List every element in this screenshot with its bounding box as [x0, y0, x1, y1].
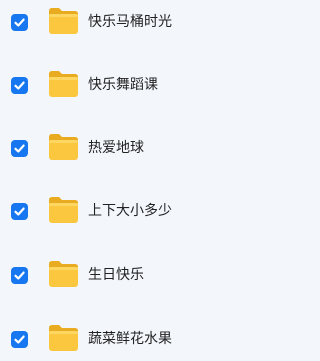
folder-row[interactable]: 蔬菜鲜花水果: [0, 322, 242, 358]
folder-icon: [48, 70, 79, 98]
checkbox-checked[interactable]: [11, 203, 28, 220]
folder-icon: [48, 133, 79, 161]
folder-icon: [48, 196, 79, 224]
checkbox-checked[interactable]: [11, 267, 28, 284]
folder-icon: [48, 7, 79, 35]
folder-name: 快乐马桶时光: [88, 14, 172, 30]
folder-icon: [48, 260, 79, 288]
folder-name: 生日快乐: [88, 267, 144, 283]
folder-name: 热爱地球: [88, 140, 144, 156]
folder-name: 蔬菜鲜花水果: [88, 331, 172, 347]
folder-row[interactable]: 热爱地球: [0, 131, 242, 167]
folder-name: 快乐舞蹈课: [88, 77, 158, 93]
folder-row[interactable]: 快乐舞蹈课: [0, 68, 242, 104]
folder-list: 快乐马桶时光 快乐舞蹈课 热爱地球 上下大小多少 生日快乐 蔬菜鲜花水果: [0, 0, 242, 361]
folder-row[interactable]: 快乐马桶时光: [0, 5, 242, 41]
checkbox-checked[interactable]: [11, 140, 28, 157]
checkbox-checked[interactable]: [11, 77, 28, 94]
folder-row[interactable]: 上下大小多少: [0, 194, 242, 230]
checkbox-checked[interactable]: [11, 331, 28, 348]
folder-name: 上下大小多少: [88, 203, 172, 219]
folder-icon: [48, 324, 79, 352]
folder-row[interactable]: 生日快乐: [0, 258, 242, 294]
checkbox-checked[interactable]: [11, 14, 28, 31]
